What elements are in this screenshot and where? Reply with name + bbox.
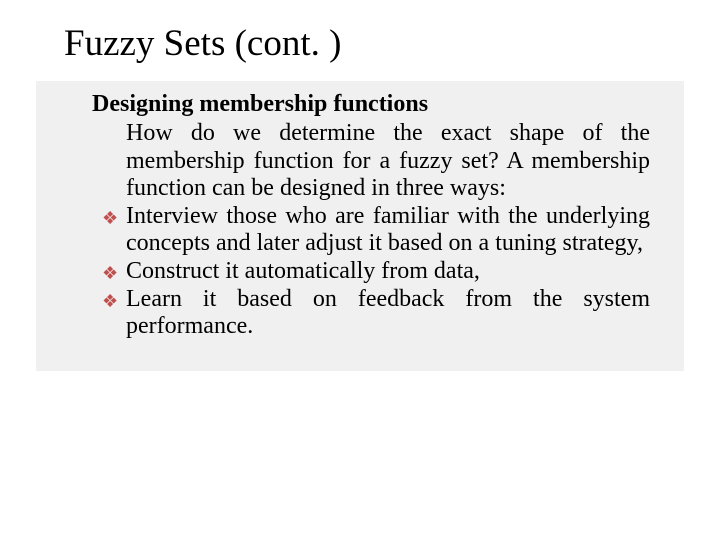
diamond-bullet-icon: ❖ <box>102 203 126 229</box>
slide-title: Fuzzy Sets (cont. ) <box>64 22 672 65</box>
title-area: Fuzzy Sets (cont. ) <box>0 22 720 81</box>
intro-text: How do we determine the exact shape of t… <box>126 120 650 203</box>
content-box: Designing membership functions How do we… <box>36 81 684 371</box>
bullet-text: Construct it automatically from data, <box>126 258 650 286</box>
bullet-text: Interview those who are familiar with th… <box>126 203 650 258</box>
bullet-item: ❖ Construct it automatically from data, <box>102 258 650 286</box>
bullet-text: Learn it based on feedback from the syst… <box>126 286 650 341</box>
slide-container: Fuzzy Sets (cont. ) Designing membership… <box>0 0 720 540</box>
diamond-bullet-icon: ❖ <box>102 286 126 312</box>
subheading: Designing membership functions <box>92 91 658 118</box>
bullet-item: ❖ Learn it based on feedback from the sy… <box>102 286 650 341</box>
diamond-bullet-icon: ❖ <box>102 258 126 284</box>
bullet-item: ❖ Interview those who are familiar with … <box>102 203 650 258</box>
